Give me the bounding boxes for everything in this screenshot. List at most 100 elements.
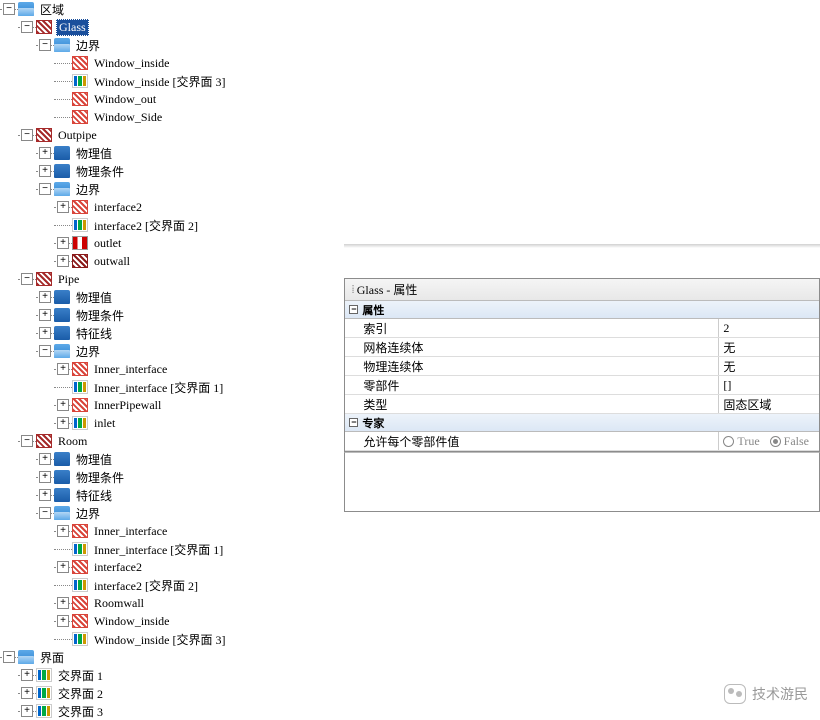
- tree-pane: − 区域 − Glass − 边界 Window_inside Window_i…: [0, 0, 344, 720]
- plus-icon[interactable]: +: [39, 309, 51, 321]
- plus-icon[interactable]: +: [57, 417, 69, 429]
- tree-node-boundary[interactable]: − 边界: [0, 504, 344, 522]
- tree-node-boundary-item[interactable]: Window_inside [交界面 3]: [0, 72, 344, 90]
- plus-icon[interactable]: +: [57, 363, 69, 375]
- plus-icon[interactable]: +: [57, 237, 69, 249]
- label: 物理条件: [74, 469, 126, 486]
- minus-icon[interactable]: −: [39, 39, 51, 51]
- minus-icon[interactable]: −: [39, 345, 51, 357]
- property-row[interactable]: 零部件[]: [345, 376, 819, 395]
- property-row[interactable]: 允许每个零部件值 True False: [345, 432, 819, 451]
- tree-node[interactable]: +物理值: [0, 450, 344, 468]
- minus-icon[interactable]: −: [21, 129, 33, 141]
- minus-icon[interactable]: −: [21, 21, 33, 33]
- radio-false[interactable]: False: [770, 434, 809, 449]
- tree-node-boundary-item[interactable]: Inner_interface [交界面 1]: [0, 378, 344, 396]
- tree-node-boundary-item[interactable]: +Inner_interface: [0, 522, 344, 540]
- minus-icon[interactable]: −: [21, 435, 33, 447]
- wall-icon: [72, 524, 88, 538]
- tree-node-boundary-item[interactable]: +outlet: [0, 234, 344, 252]
- interface-icon: [36, 686, 52, 700]
- tree-node[interactable]: +特征线: [0, 324, 344, 342]
- property-group-header[interactable]: − 属性: [345, 301, 819, 319]
- plus-icon[interactable]: +: [57, 399, 69, 411]
- tree-node-interface[interactable]: +交界面 2: [0, 684, 344, 702]
- plus-icon[interactable]: +: [21, 705, 33, 717]
- plus-icon[interactable]: +: [39, 489, 51, 501]
- tree-node-boundary-item[interactable]: + InnerPipewall: [0, 396, 344, 414]
- tree-node-boundary-item[interactable]: Window_inside [交界面 3]: [0, 630, 344, 648]
- radio-true[interactable]: True: [723, 434, 759, 449]
- tree-node[interactable]: +物理条件: [0, 162, 344, 180]
- plus-icon[interactable]: +: [57, 525, 69, 537]
- plus-icon[interactable]: +: [57, 597, 69, 609]
- property-row[interactable]: 物理连续体无: [345, 357, 819, 376]
- label: 区域: [38, 1, 66, 18]
- tree-node-boundary-item[interactable]: +Roomwall: [0, 594, 344, 612]
- label: 边界: [74, 505, 102, 522]
- plus-icon[interactable]: +: [57, 561, 69, 573]
- tree-node-pipe[interactable]: −Pipe: [0, 270, 344, 288]
- plus-icon[interactable]: +: [21, 669, 33, 681]
- collapse-icon[interactable]: −: [349, 305, 358, 314]
- panel-title-text: Glass - 属性: [357, 281, 418, 298]
- plus-icon[interactable]: +: [21, 687, 33, 699]
- plus-icon[interactable]: +: [39, 291, 51, 303]
- tree-node-boundary-item[interactable]: + interface2: [0, 198, 344, 216]
- property-value[interactable]: 无: [719, 357, 819, 375]
- plus-icon[interactable]: +: [57, 255, 69, 267]
- tree-node-boundary-item[interactable]: interface2 [交界面 2]: [0, 216, 344, 234]
- tree-node-boundary-item[interactable]: Window_inside: [0, 54, 344, 72]
- property-value[interactable]: 2: [719, 319, 819, 337]
- tree-node-boundary[interactable]: −边界: [0, 180, 344, 198]
- plus-icon[interactable]: +: [57, 201, 69, 213]
- minus-icon[interactable]: −: [21, 273, 33, 285]
- tree-node-boundary[interactable]: −边界: [0, 342, 344, 360]
- plus-icon[interactable]: +: [39, 453, 51, 465]
- property-value[interactable]: []: [719, 376, 819, 394]
- tree-node[interactable]: +物理值: [0, 144, 344, 162]
- property-row[interactable]: 类型固态区域: [345, 395, 819, 414]
- plus-icon[interactable]: +: [39, 165, 51, 177]
- tree-node-boundary-item[interactable]: interface2 [交界面 2]: [0, 576, 344, 594]
- tree-node[interactable]: +物理条件: [0, 306, 344, 324]
- tree-node-boundary-item[interactable]: Inner_interface [交界面 1]: [0, 540, 344, 558]
- tree-node-boundary-item[interactable]: +inlet: [0, 414, 344, 432]
- tree-node-boundary-item[interactable]: +interface2: [0, 558, 344, 576]
- tree-node-interfaces[interactable]: −界面: [0, 648, 344, 666]
- tree-node-room[interactable]: −Room: [0, 432, 344, 450]
- tree-node-boundary-item[interactable]: +Inner_interface: [0, 360, 344, 378]
- tree-node[interactable]: +物理值: [0, 288, 344, 306]
- tree-node-interface[interactable]: +交界面 3: [0, 702, 344, 720]
- minus-icon[interactable]: −: [3, 651, 15, 663]
- property-row[interactable]: 索引2: [345, 319, 819, 338]
- minus-icon[interactable]: −: [39, 507, 51, 519]
- plus-icon[interactable]: +: [39, 147, 51, 159]
- plus-icon[interactable]: +: [57, 615, 69, 627]
- tree-node-boundary-item[interactable]: +Window_inside: [0, 612, 344, 630]
- collapse-icon[interactable]: −: [349, 418, 358, 427]
- tree-node-glass[interactable]: − Glass: [0, 18, 344, 36]
- minus-icon[interactable]: −: [39, 183, 51, 195]
- minus-icon[interactable]: −: [3, 3, 15, 15]
- property-value[interactable]: 固态区域: [719, 395, 819, 413]
- tree-node-interface[interactable]: +交界面 1: [0, 666, 344, 684]
- label: Window_inside [交界面 3]: [92, 73, 228, 90]
- tree-node-outpipe[interactable]: −Outpipe: [0, 126, 344, 144]
- tree-node-boundary-item[interactable]: +outwall: [0, 252, 344, 270]
- tree-node-boundary-item[interactable]: Window_Side: [0, 108, 344, 126]
- tree-node[interactable]: +特征线: [0, 486, 344, 504]
- tree-node[interactable]: + 物理条件: [0, 468, 344, 486]
- label: InnerPipewall: [92, 398, 163, 413]
- tree-node-boundary[interactable]: − 边界: [0, 36, 344, 54]
- tree-node-region[interactable]: − 区域: [0, 0, 344, 18]
- description-area: [344, 452, 820, 512]
- plus-icon[interactable]: +: [39, 327, 51, 339]
- label: interface2: [92, 200, 144, 215]
- property-row[interactable]: 网格连续体无: [345, 338, 819, 357]
- label: Inner_interface [交界面 1]: [92, 541, 225, 558]
- property-value[interactable]: 无: [719, 338, 819, 356]
- tree-node-boundary-item[interactable]: Window_out: [0, 90, 344, 108]
- property-group-header[interactable]: − 专家: [345, 414, 819, 432]
- plus-icon[interactable]: +: [39, 471, 51, 483]
